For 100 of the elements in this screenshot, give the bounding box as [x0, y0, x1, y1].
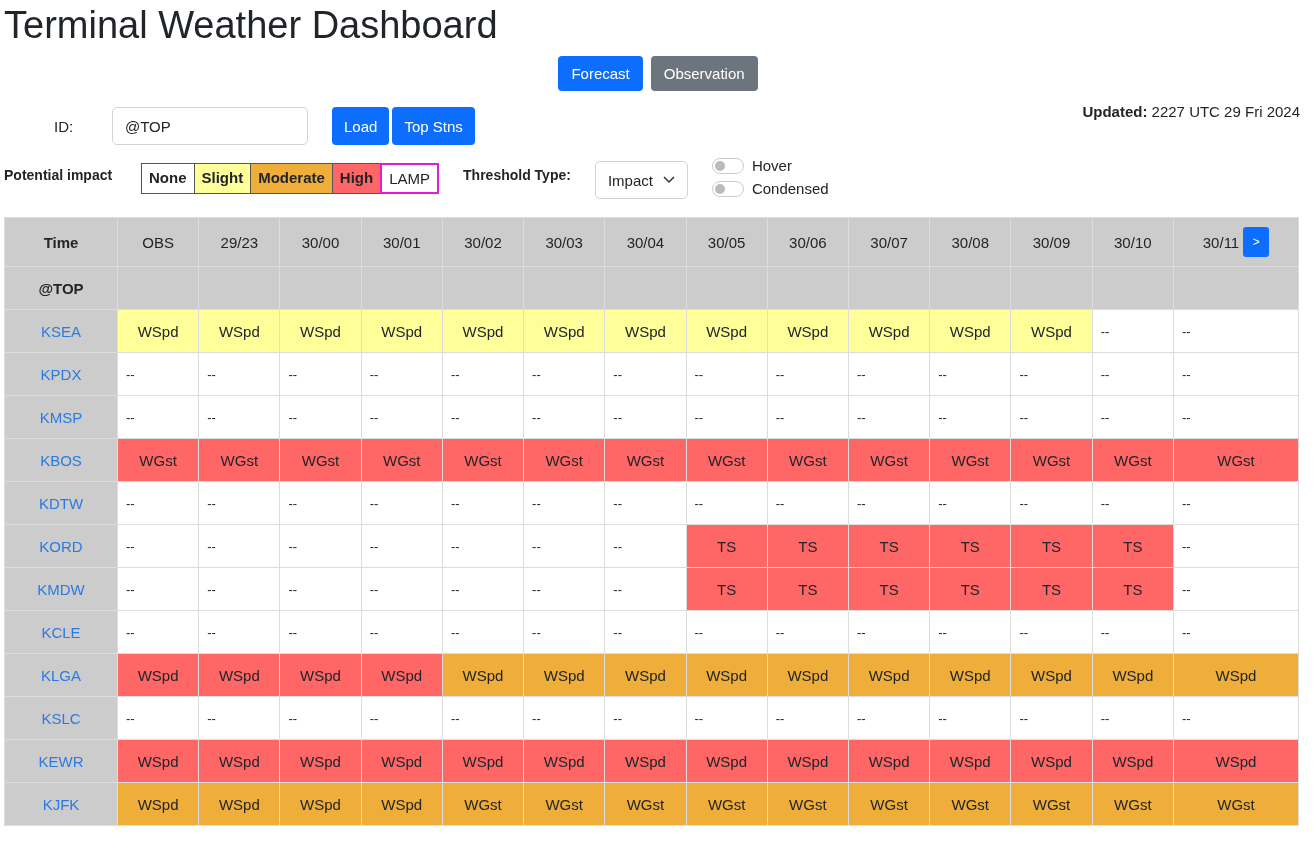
- toggle-switch[interactable]: [711, 180, 744, 197]
- station-link[interactable]: KJFK: [42, 795, 80, 813]
- table-cell: WSpd: [1092, 653, 1174, 697]
- mode-tab[interactable]: Observation: [650, 56, 758, 91]
- table-cell: --: [1173, 524, 1299, 568]
- station-link[interactable]: KLGA: [41, 666, 81, 684]
- table-cell: --: [929, 481, 1011, 525]
- table-cell: --: [279, 352, 362, 396]
- threshold-select[interactable]: Impact: [594, 161, 688, 199]
- table-cell: --: [442, 567, 524, 611]
- legend-item: LAMP: [380, 163, 440, 194]
- id-label: ID:: [53, 117, 75, 135]
- station-link[interactable]: KSEA: [41, 322, 81, 340]
- table-cell: WSpd: [523, 309, 605, 353]
- header-cell: 30/08: [929, 217, 1011, 267]
- table-cell: WSpd: [117, 653, 199, 697]
- action-button[interactable]: Top Stns: [392, 107, 475, 145]
- page-title: Terminal Weather Dashboard: [4, 3, 499, 48]
- table-cell: TS: [1092, 567, 1174, 611]
- header-cell: 30/06: [767, 217, 849, 267]
- table-cell: --: [361, 524, 443, 568]
- table-cell: --: [523, 567, 605, 611]
- toggle-switch[interactable]: [711, 157, 744, 174]
- table-cell: WGst: [767, 438, 849, 482]
- table-cell: --: [198, 524, 280, 568]
- table-cell: WSpd: [442, 739, 524, 783]
- table-cell: --: [279, 395, 362, 439]
- table-cell: TS: [1092, 524, 1174, 568]
- toggle-label: Hover: [751, 157, 792, 174]
- table-cell: WGst: [929, 782, 1011, 826]
- table-cell: --: [117, 524, 199, 568]
- table-cell: TS: [848, 567, 930, 611]
- table-cell: WSpd: [198, 782, 280, 826]
- table-cell: WGst: [848, 782, 930, 826]
- table-cell: WSpd: [361, 739, 443, 783]
- table-cell: WSpd: [929, 653, 1011, 697]
- table-cell: WSpd: [198, 309, 280, 353]
- table-cell: --: [1092, 352, 1174, 396]
- station-link[interactable]: KORD: [39, 537, 83, 555]
- table-cell: WSpd: [767, 653, 849, 697]
- station-link[interactable]: KMDW: [37, 580, 85, 598]
- table-cell: --: [1010, 696, 1093, 740]
- updated-text: Updated: 2227 UTC 29 Fri 2024: [1082, 103, 1300, 120]
- table-cell: --: [442, 696, 524, 740]
- table-cell: --: [1173, 352, 1299, 396]
- table-cell: WSpd: [1092, 739, 1174, 783]
- toggle-label: Condensed: [751, 180, 829, 197]
- table-cell: WGst: [1092, 438, 1174, 482]
- table-cell: --: [1010, 352, 1093, 396]
- table-cell: --: [929, 352, 1011, 396]
- next-button[interactable]: >: [1243, 227, 1270, 257]
- station-link[interactable]: KMSP: [39, 408, 83, 426]
- header-cell: 30/02: [442, 217, 524, 267]
- table-cell: WSpd: [279, 782, 362, 826]
- table-cell: --: [604, 610, 687, 654]
- table-cell: --: [686, 395, 768, 439]
- table-cell: TS: [767, 567, 849, 611]
- header-cell: 30/05: [686, 217, 768, 267]
- table-cell: --: [1092, 696, 1174, 740]
- group-cell: @TOP: [4, 266, 118, 310]
- station-link[interactable]: KPDX: [40, 365, 82, 383]
- table-cell: TS: [686, 524, 768, 568]
- header-cell: 30/01: [361, 217, 443, 267]
- table-cell: WSpd: [361, 782, 443, 826]
- station-link[interactable]: KEWR: [38, 752, 84, 770]
- mode-tab[interactable]: Forecast: [558, 56, 643, 91]
- table-cell: --: [1092, 309, 1174, 353]
- table-cell: --: [1010, 610, 1093, 654]
- table-cell: --: [604, 524, 687, 568]
- table-cell: WSpd: [686, 309, 768, 353]
- table-cell: WSpd: [848, 653, 930, 697]
- table-cell: WGst: [442, 438, 524, 482]
- table-cell: --: [929, 395, 1011, 439]
- table-cell: --: [1173, 610, 1299, 654]
- action-button[interactable]: Load: [332, 107, 390, 145]
- station-link[interactable]: KSLC: [41, 709, 81, 727]
- id-input-field[interactable]: @TOP: [112, 107, 308, 145]
- header-cell: 30/04: [604, 217, 687, 267]
- station-link[interactable]: KBOS: [40, 451, 82, 469]
- table-cell: WSpd: [929, 739, 1011, 783]
- table-cell: WGst: [1173, 438, 1299, 482]
- table-cell: WGst: [1092, 782, 1174, 826]
- table-cell: WSpd: [523, 653, 605, 697]
- table-cell: WGst: [523, 782, 605, 826]
- table-cell: WGst: [604, 438, 687, 482]
- station-link[interactable]: KCLE: [41, 623, 81, 641]
- table-cell: --: [1010, 395, 1093, 439]
- legend-item: High: [332, 164, 382, 193]
- table-cell: WSpd: [523, 739, 605, 783]
- table-cell: WSpd: [604, 653, 687, 697]
- table-cell: --: [523, 610, 605, 654]
- header-cell: 30/00: [279, 217, 362, 267]
- table-cell: WGst: [1010, 438, 1093, 482]
- station-link[interactable]: KDTW: [38, 494, 84, 512]
- table-cell: --: [117, 481, 199, 525]
- table-cell: --: [523, 524, 605, 568]
- table-cell: --: [848, 481, 930, 525]
- table-cell: WSpd: [279, 309, 362, 353]
- column-time: 30/11: [1202, 233, 1240, 251]
- table-cell: --: [767, 395, 849, 439]
